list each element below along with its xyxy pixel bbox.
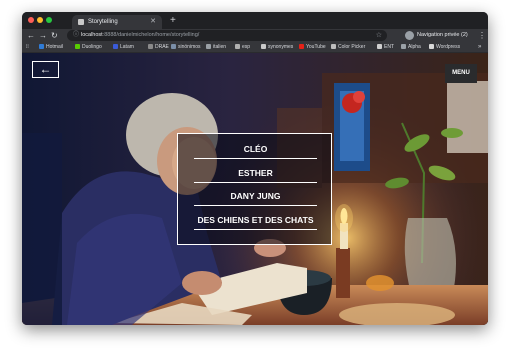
bookmark-favicon-icon (261, 44, 266, 49)
bookmark-favicon-icon (331, 44, 336, 49)
apps-icon[interactable]: ⁞⁞ (26, 42, 29, 52)
bookmark-item[interactable]: Color Picker (331, 42, 365, 52)
bookmark-item[interactable]: Latam (113, 42, 134, 52)
bookmark-favicon-icon (113, 44, 118, 49)
bookmark-item[interactable]: Duolingo (75, 42, 102, 52)
menu-button[interactable]: MENU (445, 64, 477, 83)
bookmark-favicon-icon (75, 44, 80, 49)
bookmark-label: Wordpress (436, 44, 461, 50)
address-bar[interactable]: ⓘ localhost:8888/danielmichelon/home/sto… (67, 30, 387, 41)
bookmark-label: sinónimos (178, 44, 201, 50)
bookmarks-bar: ⁞⁞ » Hotmail Duolingo Latam DRAE sinónimos it… (22, 42, 488, 53)
tab-strip: Storytelling ✕ + (22, 12, 488, 29)
profile-label: Navigation privée (2) (417, 32, 468, 38)
bookmark-item[interactable]: YouTube (299, 42, 326, 52)
incognito-profile-button[interactable]: Navigation privée (2) (405, 31, 468, 40)
bookmark-item[interactable]: Alpha (401, 42, 421, 52)
bookmark-item[interactable]: Wordpress (429, 42, 460, 52)
bookmark-item[interactable]: esp (235, 42, 250, 52)
story-menu: CLÉO ESTHER DANY JUNG DES CHIENS ET DES CHA… (177, 133, 332, 245)
bookmark-item[interactable]: synonymes (261, 42, 293, 52)
new-tab-button[interactable]: + (170, 14, 176, 27)
bookmark-item[interactable]: DRAE (148, 42, 169, 52)
bookmark-item[interactable]: Hotmail (39, 42, 63, 52)
bookmark-label: esp (242, 44, 251, 50)
bookmark-favicon-icon (148, 44, 153, 49)
tab-title: Storytelling (88, 19, 118, 25)
bookmark-label: DRAE (155, 44, 169, 50)
bookmark-label: italien (213, 44, 227, 50)
bookmark-favicon-icon (401, 44, 406, 49)
bookmark-label: Latam (120, 44, 134, 50)
close-window-button[interactable] (28, 17, 34, 23)
story-link[interactable]: ESTHER (194, 164, 317, 183)
bookmark-favicon-icon (206, 44, 211, 49)
bookmark-label: Color Picker (338, 44, 366, 50)
more-options-icon[interactable]: ⋮ (478, 29, 486, 42)
bookmark-item[interactable]: italien (206, 42, 226, 52)
incognito-icon (405, 31, 414, 40)
tab-close-icon[interactable]: ✕ (150, 15, 156, 29)
reload-icon[interactable]: ↻ (51, 29, 58, 42)
bookmark-label: synonymes (268, 44, 294, 50)
page-favicon-icon (78, 19, 84, 25)
bookmark-label: Alpha (408, 44, 421, 50)
bookmark-label: ENT (384, 44, 394, 50)
minimize-window-button[interactable] (37, 17, 43, 23)
bookmark-favicon-icon (39, 44, 44, 49)
more-bookmarks-icon[interactable]: » (478, 42, 481, 52)
back-arrow-icon[interactable]: ← (27, 29, 35, 42)
bookmark-favicon-icon (235, 44, 240, 49)
arrow-left-icon: ← (39, 62, 52, 76)
zoom-window-button[interactable] (46, 17, 52, 23)
story-link[interactable]: CLÉO (194, 140, 317, 159)
bookmark-label: Hotmail (46, 44, 63, 50)
story-link[interactable]: DES CHIENS ET DES CHATS (194, 211, 317, 230)
bookmark-favicon-icon (377, 44, 382, 49)
bookmark-item[interactable]: ENT (377, 42, 394, 52)
browser-window: Storytelling ✕ + ← → ↻ ⓘ localhost:8888/… (22, 12, 488, 325)
bookmark-label: Duolingo (82, 44, 102, 50)
site-info-icon[interactable]: ⓘ (73, 30, 79, 41)
bookmark-favicon-icon (171, 44, 176, 49)
back-button[interactable]: ← (32, 61, 59, 78)
url-text: localhost:8888/danielmichelon/home/story… (81, 32, 200, 38)
bookmark-star-icon[interactable]: ☆ (376, 30, 382, 41)
bookmark-item[interactable]: sinónimos (171, 42, 201, 52)
bookmark-label: YouTube (306, 44, 326, 50)
forward-arrow-icon[interactable]: → (39, 29, 47, 42)
browser-toolbar: ← → ↻ ⓘ localhost:8888/danielmichelon/ho… (22, 29, 488, 42)
bookmark-favicon-icon (429, 44, 434, 49)
tab-storytelling[interactable]: Storytelling ✕ (72, 15, 162, 29)
bookmark-favicon-icon (299, 44, 304, 49)
story-link[interactable]: DANY JUNG (194, 187, 317, 206)
page-viewport: ← MENU CLÉO ESTHER DANY JUNG DES CHIENS ET … (22, 53, 488, 325)
